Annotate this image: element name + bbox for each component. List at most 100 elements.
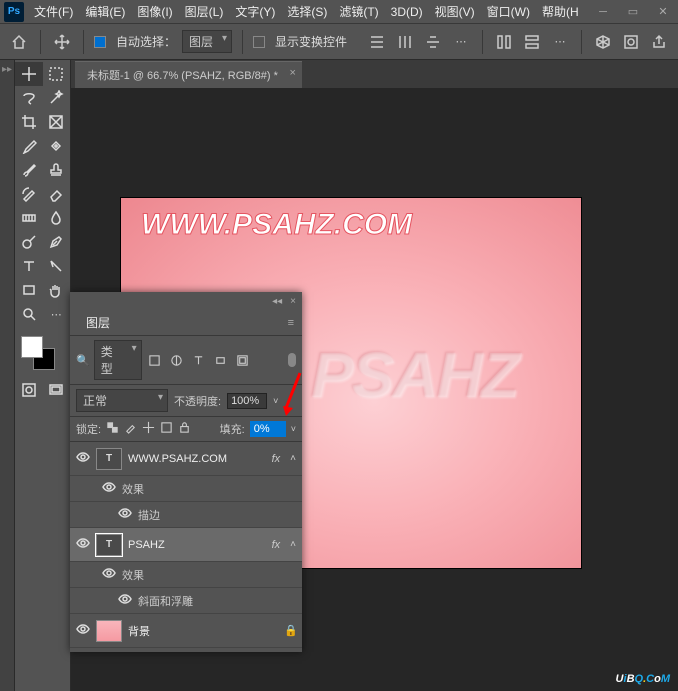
3d-mode-icon[interactable] bbox=[592, 31, 614, 53]
layer-name[interactable]: WWW.PSAHZ.COM bbox=[128, 453, 266, 465]
move-icon[interactable] bbox=[51, 31, 73, 53]
visibility-icon[interactable] bbox=[76, 622, 90, 639]
layers-tab[interactable]: 图层 bbox=[78, 310, 118, 335]
quick-mask-icon[interactable] bbox=[15, 378, 43, 402]
filter-adjustment-icon[interactable] bbox=[168, 351, 186, 369]
edit-toolbar[interactable]: ⋯ bbox=[43, 302, 71, 326]
menu-type[interactable]: 文字(Y) bbox=[229, 3, 281, 20]
fill-input[interactable]: 0% bbox=[250, 421, 286, 437]
chevron-down-icon[interactable]: ˄ bbox=[290, 453, 296, 464]
filter-smart-icon[interactable] bbox=[234, 351, 252, 369]
color-swatches[interactable] bbox=[15, 334, 70, 374]
more-icon[interactable]: ⋯ bbox=[450, 31, 472, 53]
distribute-icon[interactable] bbox=[521, 31, 543, 53]
collapsed-panel-tab[interactable]: ▸▸ bbox=[0, 60, 15, 691]
menu-image[interactable]: 图像(I) bbox=[131, 3, 178, 20]
menu-select[interactable]: 选择(S) bbox=[281, 3, 333, 20]
menu-filter[interactable]: 滤镜(T) bbox=[333, 3, 384, 20]
filter-type-dropdown[interactable]: 类型 bbox=[94, 340, 142, 380]
blur-tool[interactable] bbox=[43, 206, 71, 230]
filter-toggle[interactable] bbox=[288, 353, 296, 367]
distribute-icon[interactable] bbox=[493, 31, 515, 53]
visibility-icon[interactable] bbox=[102, 480, 116, 497]
close-icon[interactable]: × bbox=[290, 296, 296, 307]
layer-name[interactable]: PSAHZ bbox=[128, 539, 266, 551]
magic-wand-tool[interactable] bbox=[43, 86, 71, 110]
move-tool[interactable] bbox=[15, 62, 43, 86]
document-tab[interactable]: 未标题-1 @ 66.7% (PSAHZ, RGB/8#) * × bbox=[75, 61, 302, 88]
menu-edit[interactable]: 编辑(E) bbox=[79, 3, 131, 20]
share-icon[interactable] bbox=[648, 31, 670, 53]
close-button[interactable]: ✕ bbox=[648, 0, 678, 24]
filter-type-icon[interactable] bbox=[190, 351, 208, 369]
marquee-tool[interactable] bbox=[43, 62, 71, 86]
auto-select-checkbox[interactable] bbox=[94, 36, 106, 48]
align-icon[interactable] bbox=[394, 31, 416, 53]
lock-artboard-icon[interactable] bbox=[160, 421, 173, 437]
layer-effect-row[interactable]: 斜面和浮雕 bbox=[70, 588, 302, 614]
brush-tool[interactable] bbox=[15, 158, 43, 182]
lock-transparency-icon[interactable] bbox=[106, 421, 119, 437]
layer-effect-row[interactable]: 描边 bbox=[70, 502, 302, 528]
path-tool[interactable] bbox=[43, 254, 71, 278]
fx-badge[interactable]: fx bbox=[272, 453, 281, 465]
filter-pixel-icon[interactable] bbox=[146, 351, 164, 369]
layer-effects-row[interactable]: 效果 bbox=[70, 476, 302, 502]
layer-row[interactable]: T PSAHZ fx ˄ bbox=[70, 528, 302, 562]
align-icon[interactable] bbox=[366, 31, 388, 53]
eyedropper-tool[interactable] bbox=[15, 134, 43, 158]
home-icon[interactable] bbox=[8, 31, 30, 53]
eraser-tool[interactable] bbox=[43, 182, 71, 206]
show-transform-checkbox[interactable] bbox=[253, 36, 265, 48]
menu-help[interactable]: 帮助(H bbox=[536, 3, 585, 20]
frame-tool[interactable] bbox=[43, 110, 71, 134]
rectangle-tool[interactable] bbox=[15, 278, 43, 302]
healing-tool[interactable] bbox=[43, 134, 71, 158]
filter-shape-icon[interactable] bbox=[212, 351, 230, 369]
menu-window[interactable]: 窗口(W) bbox=[481, 3, 536, 20]
crop-tool[interactable] bbox=[15, 110, 43, 134]
layer-row[interactable]: T WWW.PSAHZ.COM fx ˄ bbox=[70, 442, 302, 476]
zoom-tool[interactable] bbox=[15, 302, 43, 326]
chevron-down-icon[interactable]: ˅ bbox=[291, 424, 296, 434]
chevron-down-icon[interactable]: ˅ bbox=[273, 396, 278, 406]
menu-3d[interactable]: 3D(D) bbox=[385, 5, 429, 19]
type-tool[interactable] bbox=[15, 254, 43, 278]
opacity-input[interactable] bbox=[227, 393, 267, 409]
auto-select-target-dropdown[interactable]: 图层 bbox=[182, 30, 232, 53]
menu-file[interactable]: 文件(F) bbox=[28, 3, 79, 20]
lock-image-icon[interactable] bbox=[124, 421, 137, 437]
minimize-button[interactable]: ─ bbox=[588, 0, 618, 24]
pen-tool[interactable] bbox=[43, 230, 71, 254]
layer-effects-row[interactable]: 效果 bbox=[70, 562, 302, 588]
collapse-icon[interactable]: ◂◂ bbox=[272, 296, 282, 307]
mask-icon[interactable] bbox=[620, 31, 642, 53]
gradient-tool[interactable] bbox=[15, 206, 43, 230]
maximize-button[interactable]: ▭ bbox=[618, 0, 648, 24]
lock-position-icon[interactable] bbox=[142, 421, 155, 437]
stamp-tool[interactable] bbox=[43, 158, 71, 182]
history-brush-tool[interactable] bbox=[15, 182, 43, 206]
visibility-icon[interactable] bbox=[102, 566, 116, 583]
menu-layer[interactable]: 图层(L) bbox=[179, 3, 230, 20]
screen-mode-icon[interactable] bbox=[43, 378, 71, 402]
align-icon[interactable] bbox=[422, 31, 444, 53]
foreground-color[interactable] bbox=[21, 336, 43, 358]
more-icon[interactable]: ⋯ bbox=[549, 31, 571, 53]
visibility-icon[interactable] bbox=[76, 450, 90, 467]
dodge-tool[interactable] bbox=[15, 230, 43, 254]
visibility-icon[interactable] bbox=[118, 592, 132, 609]
chevron-down-icon[interactable]: ˄ bbox=[290, 539, 296, 550]
lock-all-icon[interactable] bbox=[178, 421, 191, 437]
lasso-tool[interactable] bbox=[15, 86, 43, 110]
visibility-icon[interactable] bbox=[76, 536, 90, 553]
panel-menu-icon[interactable]: ≡ bbox=[288, 317, 294, 329]
layer-name[interactable]: 背景 bbox=[128, 623, 278, 639]
layer-row[interactable]: 背景 🔒 bbox=[70, 614, 302, 648]
visibility-icon[interactable] bbox=[118, 506, 132, 523]
menu-view[interactable]: 视图(V) bbox=[429, 3, 481, 20]
close-icon[interactable]: × bbox=[289, 67, 295, 79]
blend-mode-dropdown[interactable]: 正常 bbox=[76, 389, 168, 412]
hand-tool[interactable] bbox=[43, 278, 71, 302]
fx-badge[interactable]: fx bbox=[272, 539, 281, 551]
